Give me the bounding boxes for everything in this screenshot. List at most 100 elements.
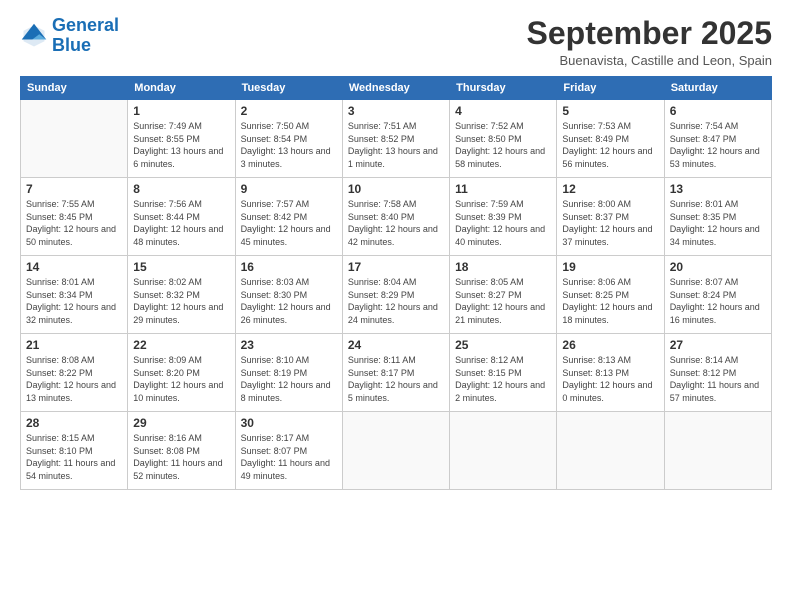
day-number: 28 (26, 416, 122, 430)
col-header-monday: Monday (128, 77, 235, 100)
day-cell: 3 Sunrise: 7:51 AMSunset: 8:52 PMDaylight… (342, 100, 449, 178)
header-row: SundayMondayTuesdayWednesdayThursdayFrid… (21, 77, 772, 100)
day-cell: 21 Sunrise: 8:08 AMSunset: 8:22 PMDayligh… (21, 334, 128, 412)
day-cell (664, 412, 771, 490)
day-cell (342, 412, 449, 490)
day-number: 18 (455, 260, 551, 274)
day-info: Sunrise: 7:55 AMSunset: 8:45 PMDaylight:… (26, 198, 122, 248)
day-number: 13 (670, 182, 766, 196)
col-header-saturday: Saturday (664, 77, 771, 100)
day-info: Sunrise: 7:49 AMSunset: 8:55 PMDaylight:… (133, 120, 229, 170)
day-cell: 1 Sunrise: 7:49 AMSunset: 8:55 PMDaylight… (128, 100, 235, 178)
day-number: 24 (348, 338, 444, 352)
col-header-wednesday: Wednesday (342, 77, 449, 100)
day-info: Sunrise: 8:01 AMSunset: 8:34 PMDaylight:… (26, 276, 122, 326)
day-number: 25 (455, 338, 551, 352)
col-header-friday: Friday (557, 77, 664, 100)
day-cell: 29 Sunrise: 8:16 AMSunset: 8:08 PMDayligh… (128, 412, 235, 490)
logo-text: General Blue (52, 16, 119, 56)
day-number: 12 (562, 182, 658, 196)
day-cell: 9 Sunrise: 7:57 AMSunset: 8:42 PMDaylight… (235, 178, 342, 256)
day-info: Sunrise: 8:09 AMSunset: 8:20 PMDaylight:… (133, 354, 229, 404)
day-cell: 2Sunrise: 7:50 AMSunset: 8:54 PMDaylight… (235, 100, 342, 178)
day-info: Sunrise: 7:59 AMSunset: 8:39 PMDaylight:… (455, 198, 551, 248)
day-cell (21, 100, 128, 178)
day-cell: 10Sunrise: 7:58 AMSunset: 8:40 PMDayligh… (342, 178, 449, 256)
day-info: Sunrise: 8:01 AMSunset: 8:35 PMDaylight:… (670, 198, 766, 248)
day-cell: 25 Sunrise: 8:12 AMSunset: 8:15 PMDayligh… (450, 334, 557, 412)
day-number: 19 (562, 260, 658, 274)
day-info: Sunrise: 8:12 AMSunset: 8:15 PMDaylight:… (455, 354, 551, 404)
day-number: 5 (562, 104, 658, 118)
day-number: 21 (26, 338, 122, 352)
day-info: Sunrise: 7:57 AMSunset: 8:42 PMDaylight:… (241, 198, 337, 248)
day-cell: 18 Sunrise: 8:05 AMSunset: 8:27 PMDayligh… (450, 256, 557, 334)
day-info: Sunrise: 8:02 AMSunset: 8:32 PMDaylight:… (133, 276, 229, 326)
day-number: 22 (133, 338, 229, 352)
day-cell: 24Sunrise: 8:11 AMSunset: 8:17 PMDayligh… (342, 334, 449, 412)
day-cell: 17 Sunrise: 8:04 AMSunset: 8:29 PMDayligh… (342, 256, 449, 334)
day-number: 17 (348, 260, 444, 274)
day-info: Sunrise: 8:04 AMSunset: 8:29 PMDaylight:… (348, 276, 444, 326)
calendar-table: SundayMondayTuesdayWednesdayThursdayFrid… (20, 76, 772, 490)
day-number: 1 (133, 104, 229, 118)
day-number: 3 (348, 104, 444, 118)
day-cell: 26Sunrise: 8:13 AMSunset: 8:13 PMDayligh… (557, 334, 664, 412)
day-number: 23 (241, 338, 337, 352)
day-info: Sunrise: 8:07 AMSunset: 8:24 PMDaylight:… (670, 276, 766, 326)
day-number: 14 (26, 260, 122, 274)
day-number: 8 (133, 182, 229, 196)
day-info: Sunrise: 8:10 AMSunset: 8:19 PMDaylight:… (241, 354, 337, 404)
day-info: Sunrise: 8:13 AMSunset: 8:13 PMDaylight:… (562, 354, 658, 404)
day-cell (557, 412, 664, 490)
day-number: 27 (670, 338, 766, 352)
day-info: Sunrise: 8:08 AMSunset: 8:22 PMDaylight:… (26, 354, 122, 404)
logo-icon (20, 22, 48, 50)
col-header-tuesday: Tuesday (235, 77, 342, 100)
day-number: 29 (133, 416, 229, 430)
week-row-2: 14 Sunrise: 8:01 AMSunset: 8:34 PMDayligh… (21, 256, 772, 334)
day-info: Sunrise: 7:54 AMSunset: 8:47 PMDaylight:… (670, 120, 766, 170)
week-row-0: 1 Sunrise: 7:49 AMSunset: 8:55 PMDaylight… (21, 100, 772, 178)
day-info: Sunrise: 8:06 AMSunset: 8:25 PMDaylight:… (562, 276, 658, 326)
week-row-3: 21 Sunrise: 8:08 AMSunset: 8:22 PMDayligh… (21, 334, 772, 412)
day-cell: 7 Sunrise: 7:55 AMSunset: 8:45 PMDaylight… (21, 178, 128, 256)
day-info: Sunrise: 7:52 AMSunset: 8:50 PMDaylight:… (455, 120, 551, 170)
logo-line2: Blue (52, 35, 91, 55)
day-cell (450, 412, 557, 490)
day-info: Sunrise: 8:15 AMSunset: 8:10 PMDaylight:… (26, 432, 122, 482)
title-block: September 2025 Buenavista, Castille and … (527, 16, 772, 68)
day-cell: 15Sunrise: 8:02 AMSunset: 8:32 PMDayligh… (128, 256, 235, 334)
day-cell: 11 Sunrise: 7:59 AMSunset: 8:39 PMDayligh… (450, 178, 557, 256)
day-info: Sunrise: 7:53 AMSunset: 8:49 PMDaylight:… (562, 120, 658, 170)
day-info: Sunrise: 7:56 AMSunset: 8:44 PMDaylight:… (133, 198, 229, 248)
day-cell: 28 Sunrise: 8:15 AMSunset: 8:10 PMDayligh… (21, 412, 128, 490)
day-number: 10 (348, 182, 444, 196)
day-info: Sunrise: 8:05 AMSunset: 8:27 PMDaylight:… (455, 276, 551, 326)
day-cell: 6 Sunrise: 7:54 AMSunset: 8:47 PMDaylight… (664, 100, 771, 178)
header: General Blue September 2025 Buenavista, … (20, 16, 772, 68)
day-number: 9 (241, 182, 337, 196)
day-cell: 12 Sunrise: 8:00 AMSunset: 8:37 PMDayligh… (557, 178, 664, 256)
day-cell: 22 Sunrise: 8:09 AMSunset: 8:20 PMDayligh… (128, 334, 235, 412)
day-number: 20 (670, 260, 766, 274)
day-info: Sunrise: 8:00 AMSunset: 8:37 PMDaylight:… (562, 198, 658, 248)
day-number: 30 (241, 416, 337, 430)
day-number: 6 (670, 104, 766, 118)
day-info: Sunrise: 8:17 AMSunset: 8:07 PMDaylight:… (241, 432, 337, 482)
day-number: 11 (455, 182, 551, 196)
col-header-thursday: Thursday (450, 77, 557, 100)
day-info: Sunrise: 7:50 AMSunset: 8:54 PMDaylight:… (241, 120, 337, 170)
day-number: 4 (455, 104, 551, 118)
day-cell: 27 Sunrise: 8:14 AMSunset: 8:12 PMDayligh… (664, 334, 771, 412)
day-info: Sunrise: 8:14 AMSunset: 8:12 PMDaylight:… (670, 354, 766, 404)
day-info: Sunrise: 7:51 AMSunset: 8:52 PMDaylight:… (348, 120, 444, 170)
day-cell: 19 Sunrise: 8:06 AMSunset: 8:25 PMDayligh… (557, 256, 664, 334)
day-cell: 20 Sunrise: 8:07 AMSunset: 8:24 PMDayligh… (664, 256, 771, 334)
logo: General Blue (20, 16, 119, 56)
day-info: Sunrise: 8:16 AMSunset: 8:08 PMDaylight:… (133, 432, 229, 482)
day-number: 7 (26, 182, 122, 196)
day-cell: 13 Sunrise: 8:01 AMSunset: 8:35 PMDayligh… (664, 178, 771, 256)
day-cell: 14 Sunrise: 8:01 AMSunset: 8:34 PMDayligh… (21, 256, 128, 334)
week-row-1: 7 Sunrise: 7:55 AMSunset: 8:45 PMDaylight… (21, 178, 772, 256)
